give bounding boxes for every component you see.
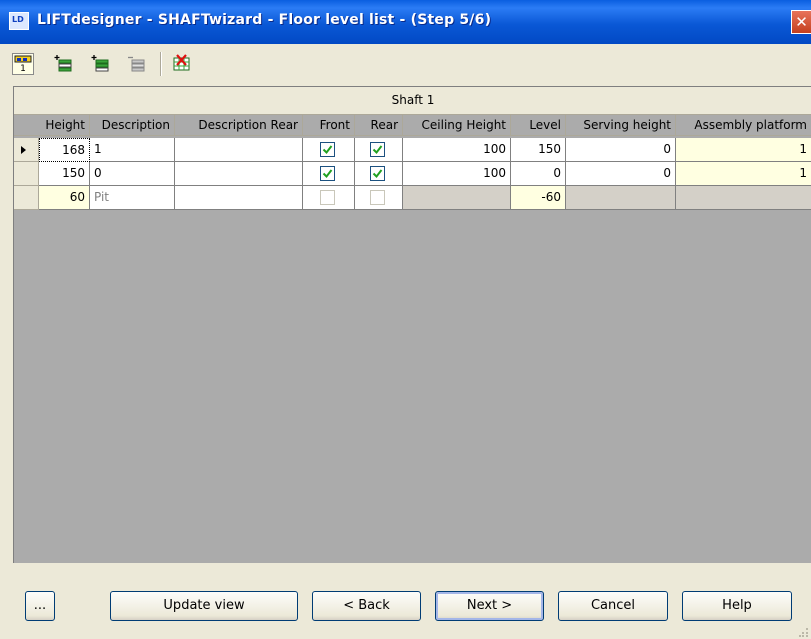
floor-level-icon: 1 (14, 55, 32, 73)
insert-row-below-icon (91, 55, 109, 72)
cell-rear (355, 186, 403, 210)
front-checkbox (320, 190, 335, 205)
insert-row-above-icon (54, 55, 72, 72)
cell-level[interactable]: -60 (511, 186, 566, 210)
back-button[interactable]: < Back (312, 591, 421, 621)
column-header-description[interactable]: Description (90, 115, 175, 136)
cell-height[interactable]: 60 (39, 186, 90, 210)
toolbar-separator (160, 52, 162, 76)
cell-level[interactable]: 0 (511, 162, 566, 186)
rear-checkbox (370, 190, 385, 205)
row-selector[interactable] (14, 186, 39, 210)
cell-front (303, 186, 355, 210)
cell-description-rear[interactable] (175, 186, 303, 210)
window-title: LIFTdesigner - SHAFTwizard - Floor level… (37, 12, 492, 28)
cell-front[interactable] (303, 138, 355, 162)
current-row-arrow-icon (21, 146, 26, 154)
column-header-description-rear[interactable]: Description Rear (175, 115, 303, 136)
cell-ceiling-height[interactable]: 100 (403, 138, 511, 162)
cell-description-rear[interactable] (175, 138, 303, 162)
resize-grip-icon[interactable] (799, 627, 809, 637)
update-view-button[interactable]: Update view (110, 591, 298, 621)
cell-front[interactable] (303, 162, 355, 186)
cell-height[interactable]: 150 (39, 162, 90, 186)
app-icon: LD (9, 12, 29, 30)
row-selector[interactable] (14, 162, 39, 186)
floor-level-grid[interactable]: Shaft 1 Height Description Description R… (13, 86, 811, 563)
toolbar: 1 (0, 44, 811, 82)
delete-grid-button[interactable] (172, 53, 194, 75)
cell-description[interactable]: 0 (90, 162, 175, 186)
more-options-button[interactable]: ... (25, 591, 55, 621)
column-header-assembly-platform[interactable]: Assembly platform (676, 115, 811, 136)
close-icon: ✕ (795, 13, 808, 31)
cell-assembly-platform (676, 186, 811, 210)
cell-serving-height[interactable]: 0 (566, 138, 676, 162)
cell-height[interactable]: 168 (39, 138, 90, 162)
checkmark-icon (372, 145, 383, 155)
title-bar[interactable]: LD LIFTdesigner - SHAFTwizard - Floor le… (0, 0, 811, 44)
rear-checkbox[interactable] (370, 142, 385, 157)
column-header-ceiling-height[interactable]: Ceiling Height (403, 115, 511, 136)
cell-description[interactable]: Pit (90, 186, 175, 210)
checkmark-icon (372, 169, 383, 179)
column-header-height[interactable]: Height (14, 115, 90, 136)
cell-assembly-platform[interactable]: 1 (676, 138, 811, 162)
cell-serving-height (566, 186, 676, 210)
cell-serving-height[interactable]: 0 (566, 162, 676, 186)
remove-row-icon (128, 56, 145, 72)
insert-row-above-button[interactable] (53, 53, 75, 75)
band-header-shaft: Shaft 1 (14, 87, 811, 115)
cell-rear[interactable] (355, 162, 403, 186)
help-button[interactable]: Help (682, 591, 792, 621)
checkmark-icon (322, 145, 333, 155)
cell-description[interactable]: 1 (90, 138, 175, 162)
column-header-front[interactable]: Front (303, 115, 355, 136)
cell-description-rear[interactable] (175, 162, 303, 186)
insert-row-below-button[interactable] (90, 53, 112, 75)
checkmark-icon (322, 169, 333, 179)
cell-assembly-platform[interactable]: 1 (676, 162, 811, 186)
cell-rear[interactable] (355, 138, 403, 162)
floor-level-button[interactable]: 1 (12, 53, 34, 75)
column-header-serving-height[interactable]: Serving height (566, 115, 676, 136)
remove-row-button[interactable] (126, 53, 148, 75)
cell-level[interactable]: 150 (511, 138, 566, 162)
front-checkbox[interactable] (320, 166, 335, 181)
column-header-level[interactable]: Level (511, 115, 566, 136)
front-checkbox[interactable] (320, 142, 335, 157)
close-button[interactable]: ✕ (791, 10, 811, 34)
cancel-button[interactable]: Cancel (558, 591, 668, 621)
cell-ceiling-height (403, 186, 511, 210)
cell-ceiling-height[interactable]: 100 (403, 162, 511, 186)
next-button[interactable]: Next > (435, 591, 544, 621)
delete-grid-icon (173, 54, 190, 71)
rear-checkbox[interactable] (370, 166, 385, 181)
column-header-rear[interactable]: Rear (355, 115, 403, 136)
row-selector[interactable] (14, 138, 39, 162)
svg-text:1: 1 (20, 64, 26, 73)
